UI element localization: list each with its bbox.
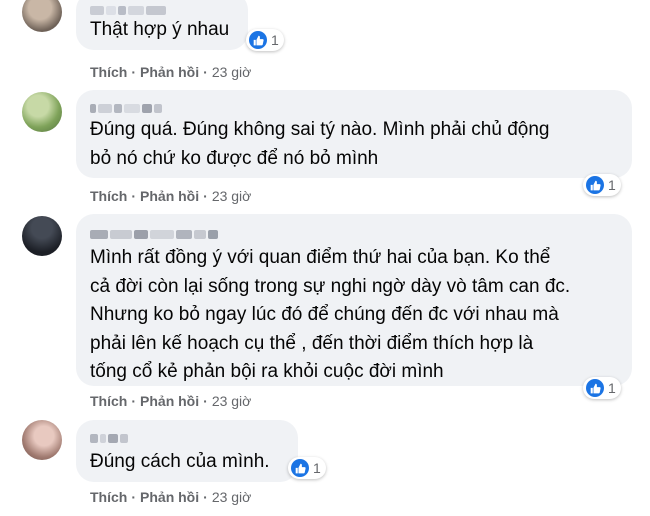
comment-author-blurred[interactable]: [90, 432, 128, 444]
like-link[interactable]: Thích: [90, 64, 127, 80]
comment-text: Đúng cách của mình.: [90, 451, 270, 472]
reaction-count: 1: [608, 177, 616, 193]
reaction-count-badge[interactable]: 1: [583, 174, 621, 196]
timestamp[interactable]: 23 giờ: [212, 188, 252, 204]
like-link[interactable]: Thích: [90, 489, 127, 505]
comment-bubble: Mình rất đồng ý với quan điểm thứ hai củ…: [76, 214, 632, 386]
like-thumb-icon: [586, 176, 604, 194]
reply-link[interactable]: Phản hồi: [140, 489, 199, 505]
comment-actions: Thích · Phản hồi · 23 giờ: [90, 188, 251, 204]
comment-text: Đúng quá. Đúng không sai tý nào. Mình ph…: [90, 119, 550, 169]
comment-text: Thật hợp ý nhau: [90, 19, 230, 40]
reply-link[interactable]: Phản hồi: [140, 393, 199, 409]
separator: ·: [131, 64, 137, 80]
reaction-count-badge[interactable]: 1: [583, 377, 621, 399]
timestamp[interactable]: 23 giờ: [212, 393, 252, 409]
reaction-count-badge[interactable]: 1: [288, 457, 326, 479]
separator: ·: [203, 393, 208, 409]
separator: ·: [203, 489, 208, 505]
reaction-count: 1: [313, 460, 321, 476]
comment-author-blurred[interactable]: [90, 4, 166, 16]
comment-bubble: Đúng cách của mình.: [76, 420, 298, 482]
comment-text: Mình rất đồng ý với quan điểm thứ hai củ…: [90, 247, 571, 382]
reaction-count-badge[interactable]: 1: [246, 29, 284, 51]
separator: ·: [131, 188, 137, 204]
separator: ·: [203, 188, 208, 204]
reply-link[interactable]: Phản hồi: [140, 188, 199, 204]
comment-bubble: Thật hợp ý nhau: [76, 0, 248, 50]
like-link[interactable]: Thích: [90, 188, 127, 204]
separator: ·: [203, 64, 208, 80]
like-thumb-icon: [291, 459, 309, 477]
reaction-count: 1: [271, 32, 279, 48]
comment-actions: Thích · Phản hồi · 23 giờ: [90, 64, 251, 80]
avatar[interactable]: [22, 420, 62, 460]
avatar[interactable]: [22, 0, 62, 32]
like-link[interactable]: Thích: [90, 393, 127, 409]
separator: ·: [131, 393, 137, 409]
avatar[interactable]: [22, 92, 62, 132]
reaction-count: 1: [608, 380, 616, 396]
avatar[interactable]: [22, 216, 62, 256]
reply-link[interactable]: Phản hồi: [140, 64, 199, 80]
like-thumb-icon: [586, 379, 604, 397]
comment-author-blurred[interactable]: [90, 228, 218, 240]
comment-actions: Thích · Phản hồi · 23 giờ: [90, 489, 251, 505]
timestamp[interactable]: 23 giờ: [212, 64, 252, 80]
comment-author-blurred[interactable]: [90, 102, 162, 114]
separator: ·: [131, 489, 137, 505]
comment-actions: Thích · Phản hồi · 23 giờ: [90, 393, 251, 409]
timestamp[interactable]: 23 giờ: [212, 489, 252, 505]
comment-bubble: Đúng quá. Đúng không sai tý nào. Mình ph…: [76, 90, 632, 178]
like-thumb-icon: [249, 31, 267, 49]
